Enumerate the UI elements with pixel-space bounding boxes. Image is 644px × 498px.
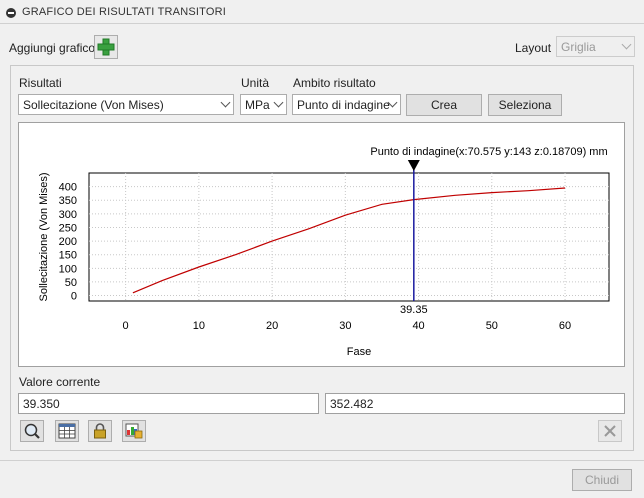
create-button[interactable]: Crea xyxy=(406,94,482,116)
cursor-value-label: 39.35 xyxy=(400,304,428,316)
x-tick-label: 30 xyxy=(339,320,351,332)
collapse-icon[interactable] xyxy=(6,8,16,18)
x-ticks: 0 10 20 30 40 50 60 xyxy=(123,320,572,332)
lock-button[interactable] xyxy=(88,420,112,442)
y-tick-label: 100 xyxy=(59,263,77,275)
lock-icon xyxy=(94,423,106,439)
y-tick-label: 0 xyxy=(71,291,77,303)
table-button[interactable] xyxy=(55,420,79,442)
line-chart[interactable]: 0 50 100150 200 250300 350400 0 10 20 30 40 50 60 3… xyxy=(19,123,624,366)
layout-select: Griglia xyxy=(556,36,635,57)
y-tick-label: 300 xyxy=(59,209,77,221)
close-button[interactable]: Chiudi xyxy=(572,469,632,491)
zoom-icon xyxy=(24,423,40,439)
select-button[interactable]: Seleziona xyxy=(488,94,562,116)
chart-area: 0 50 100 150 200 250 300 350 400 0 10 20 30 40 50 60 3… xyxy=(18,122,625,367)
y-tick-label: 200 xyxy=(59,236,77,248)
table-icon xyxy=(58,423,76,439)
current-x-field[interactable]: 39.350 xyxy=(18,393,319,414)
current-y-field[interactable]: 352.482 xyxy=(325,393,625,414)
current-x-value: 39.350 xyxy=(23,397,60,411)
plus-icon xyxy=(97,38,115,56)
unit-label: Unità xyxy=(241,76,270,90)
current-value-label: Valore corrente xyxy=(19,375,101,389)
delete-chart-button[interactable] xyxy=(598,420,622,442)
scope-select[interactable]: Punto di indagine xyxy=(292,94,401,115)
x-tick-label: 10 xyxy=(193,320,205,332)
layout-value: Griglia xyxy=(561,40,596,54)
add-chart-button[interactable] xyxy=(94,35,118,59)
unit-value: MPa xyxy=(245,98,270,112)
x-tick-label: 50 xyxy=(486,320,498,332)
y-tick-label: 150 xyxy=(59,250,77,262)
results-label: Risultati xyxy=(19,76,62,90)
x-tick-label: 40 xyxy=(412,320,424,332)
footer-divider xyxy=(0,460,644,461)
y-tick-label: 250 xyxy=(59,222,77,234)
window-title: GRAFICO DEI RISULTATI TRANSITORI xyxy=(22,6,227,18)
y-tick-label: 50 xyxy=(65,277,77,289)
probe-label: Punto di indagine(x:70.575 y:143 z:0.187… xyxy=(370,146,607,158)
chevron-down-icon xyxy=(273,97,284,108)
y-tick-label: 350 xyxy=(59,195,77,207)
y-ticks: 0 50 100150 200 250300 350400 xyxy=(59,182,77,303)
title-bar: GRAFICO DEI RISULTATI TRANSITORI xyxy=(0,0,644,24)
x-tick-label: 20 xyxy=(266,320,278,332)
current-y-value: 352.482 xyxy=(330,397,374,411)
y-tick-label: 400 xyxy=(59,182,77,194)
x-tick-label: 0 xyxy=(123,320,129,332)
scope-label: Ambito risultato xyxy=(293,76,376,90)
chevron-down-icon xyxy=(220,97,231,108)
zoom-button[interactable] xyxy=(20,420,44,442)
chevron-down-icon xyxy=(621,39,632,50)
x-tick-label: 60 xyxy=(559,320,571,332)
add-chart-label: Aggiungi grafico xyxy=(9,41,96,55)
y-axis-label: Sollecitazione (Von Mises) xyxy=(38,172,50,301)
scope-value: Punto di indagine xyxy=(297,98,390,112)
results-value: Sollecitazione (Von Mises) xyxy=(23,98,164,112)
unit-select[interactable]: MPa xyxy=(240,94,287,115)
layout-label: Layout xyxy=(515,41,552,55)
results-select[interactable]: Sollecitazione (Von Mises) xyxy=(18,94,234,115)
chart-settings-button[interactable] xyxy=(122,420,146,442)
chart-settings-icon xyxy=(125,423,143,439)
x-axis-label: Fase xyxy=(347,346,371,358)
delete-icon xyxy=(604,425,616,437)
cursor-marker-icon[interactable] xyxy=(407,160,420,171)
